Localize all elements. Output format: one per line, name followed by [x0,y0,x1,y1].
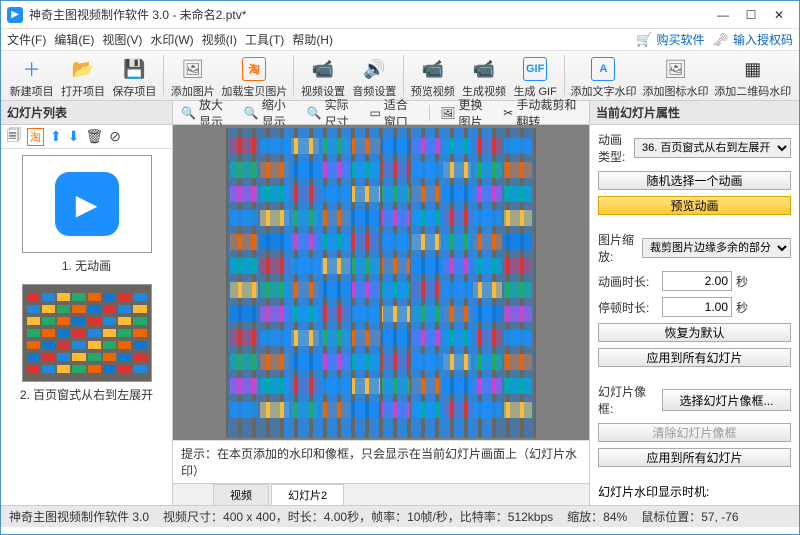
tool-预览视频[interactable]: 📹预览视频 [408,55,457,101]
clear-frame-button[interactable]: 清除幻灯片像框 [598,423,791,442]
scale-select[interactable]: 裁剪图片边缘多余的部分 [642,238,791,258]
tool-icon: ＋ [20,57,44,81]
preview-canvas [226,128,536,438]
tool-添加图片[interactable]: 🖼添加图片 [168,55,217,101]
tool-icon: ▦ [741,57,765,81]
slide-item[interactable]: 2. 百页窗式从右到左展开 [7,284,166,403]
choose-frame-button[interactable]: 选择幻灯片像框... [662,389,791,411]
anim-type-select[interactable]: 36. 百页窗式从右到左展开 [634,138,791,158]
tool-icon: 💾 [122,57,146,81]
tool-icon: GIF [523,57,547,81]
buy-link[interactable]: 🛒购买软件 [636,31,704,48]
tool-icon: 📹 [311,57,335,81]
hint-text: 提示：在本页添加的水印和像框，只会显示在当前幻灯片画面上（幻灯片水印） [173,440,589,483]
tool-添加图标水印[interactable]: 🖼添加图标水印 [641,55,711,101]
tool-icon: 🔊 [362,57,386,81]
anim-dur-label: 动画时长: [598,273,658,290]
tool-icon: 📹 [421,57,445,81]
tool-加载宝贝图片[interactable]: 淘加载宝贝图片 [219,55,289,101]
enter-key-link[interactable]: 🗝输入授权码 [712,31,793,48]
key-icon: 🗝 [712,32,729,48]
tool-打开项目[interactable]: 📂打开项目 [58,55,107,101]
status-dim: 视频尺寸：400 x 400，时长：4.00秒，帧率：10帧/秒，比特率：512… [163,508,553,525]
slide-list-title: 幻灯片列表 [1,101,172,125]
menu-tools[interactable]: 工具(T) [245,31,284,48]
close-button[interactable]: ✕ [765,5,793,25]
canvas-area[interactable] [173,125,589,440]
cart-icon: 🛒 [636,32,652,48]
apply-all-button[interactable]: 应用到所有幻灯片 [598,348,791,367]
menu-view[interactable]: 视图(V) [102,31,142,48]
clear-icon[interactable]: ⊘ [109,128,121,145]
minimize-button[interactable]: ― [709,5,737,25]
copy-icon[interactable]: 🗐 [7,125,21,149]
move-down-icon[interactable]: ⬇ [68,128,80,145]
tool-icon: 🖼 [664,57,688,81]
frame-label: 幻灯片像框: [598,383,658,417]
anim-type-label: 动画类型: [598,131,630,165]
menu-file[interactable]: 文件(F) [7,31,46,48]
menu-help[interactable]: 帮助(H) [292,31,333,48]
menu-edit[interactable]: 编辑(E) [54,31,94,48]
pause-dur-label: 停顿时长: [598,299,658,316]
slide-thumb: ▶ [22,155,152,253]
reset-default-button[interactable]: 恢复为默认 [598,323,791,342]
tool-新建项目[interactable]: ＋新建项目 [7,55,56,101]
taobao-icon[interactable]: 淘 [27,128,44,146]
tool-生成 GIF[interactable]: GIF生成 GIF [511,55,560,101]
tool-音频设置[interactable]: 🔊音频设置 [350,55,399,101]
tool-添加二维码水印[interactable]: ▦添加二维码水印 [713,55,793,101]
tool-icon: A [591,57,615,81]
slide-thumb [22,284,152,382]
props-title: 当前幻灯片属性 [590,101,799,125]
pause-dur-input[interactable] [662,297,732,317]
delete-icon[interactable]: 🗑 [85,128,103,145]
tool-保存项目[interactable]: 💾保存项目 [110,55,159,101]
window-title: 神奇主图视频制作软件 3.0 - 未命名2.ptv* [29,6,709,23]
menu-watermark[interactable]: 水印(W) [150,31,193,48]
preview-anim-button[interactable]: 预览动画 [598,196,791,215]
random-anim-button[interactable]: 随机选择一个动画 [598,171,791,190]
slide-item[interactable]: ▶1. 无动画 [7,155,166,274]
tool-添加文字水印[interactable]: A添加文字水印 [568,55,638,101]
scale-label: 图片缩放: [598,231,638,265]
apply-all-frame-button[interactable]: 应用到所有幻灯片 [598,448,791,467]
status-zoom: 缩放：84% [567,508,627,525]
tool-视频设置[interactable]: 📹视频设置 [298,55,347,101]
menu-video[interactable]: 视频(I) [202,31,237,48]
tool-icon: 🖼 [181,57,205,81]
tab-slide2[interactable]: 幻灯片2 [271,484,344,505]
tool-icon: 淘 [242,57,266,81]
tool-icon: 📂 [71,57,95,81]
maximize-button[interactable]: ☐ [737,5,765,25]
tool-icon: 📹 [472,57,496,81]
move-up-icon[interactable]: ⬆ [50,128,62,145]
wm-timing-label: 幻灯片水印显示时机: [598,483,791,500]
anim-dur-input[interactable] [662,271,732,291]
tool-生成视频[interactable]: 📹生成视频 [459,55,508,101]
status-app: 神奇主图视频制作软件 3.0 [9,508,149,525]
status-mouse: 鼠标位置：57, -76 [641,508,738,525]
app-icon: ▶ [7,7,23,23]
tab-video[interactable]: 视频 [213,484,269,505]
